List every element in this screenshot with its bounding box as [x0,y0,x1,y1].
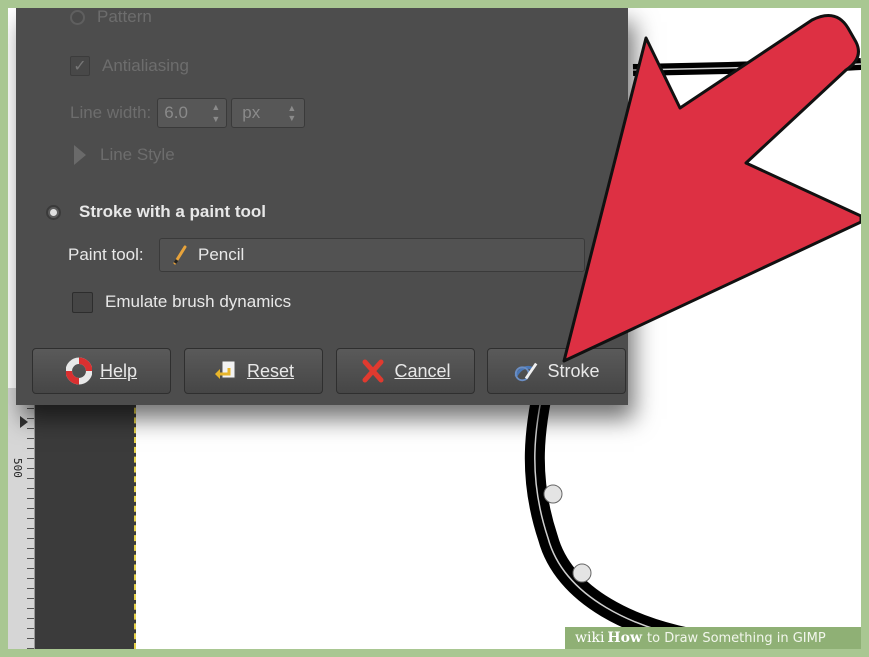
watermark-wiki: wiki [575,630,605,646]
watermark-title: to Draw Something in GIMP [647,630,826,646]
watermark-how: How [607,630,643,646]
screenshot-frame: 500 Pattern ✓ Antialiasing Line width: 6… [8,8,861,649]
wikihow-watermark: wiki How to Draw Something in GIMP [565,627,861,649]
annotation-arrow [562,14,861,363]
